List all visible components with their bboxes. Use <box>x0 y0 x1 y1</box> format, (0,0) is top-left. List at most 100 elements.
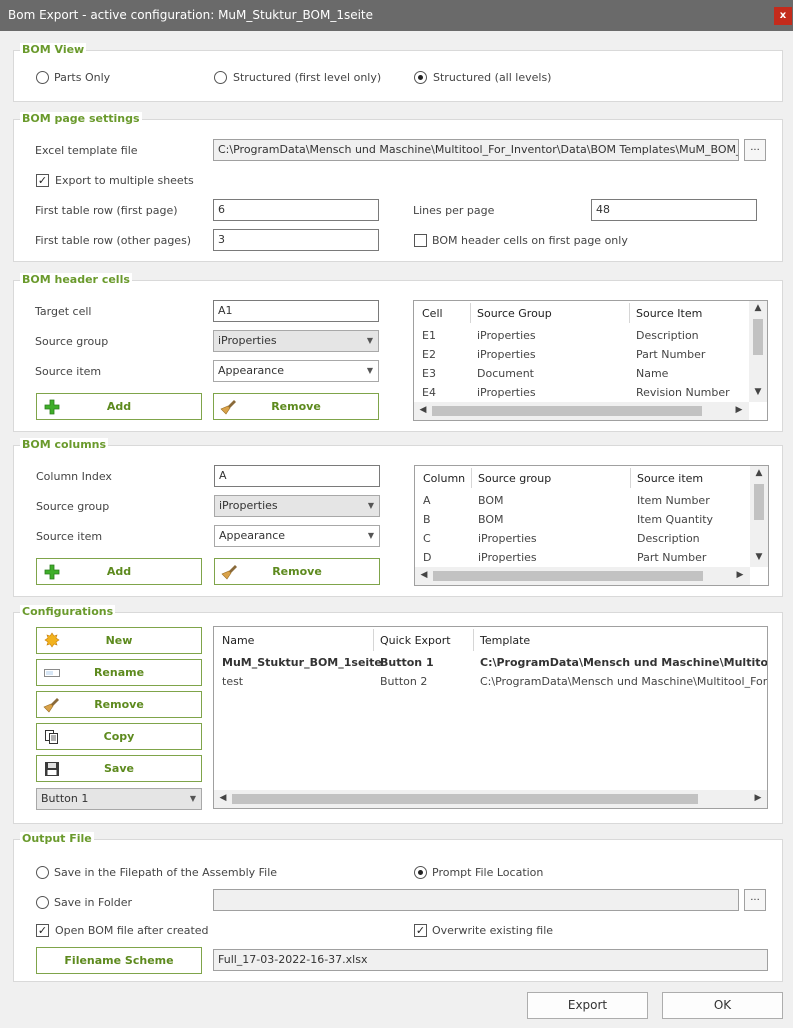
folder-browse-button[interactable]: ... <box>744 889 766 911</box>
vertical-scrollbar[interactable]: ▲ ▼ <box>749 301 767 402</box>
cfg-col-quick-export: Quick Export <box>380 634 451 647</box>
first-row-input[interactable]: 6 <box>213 199 379 221</box>
save-assembly-path-label: Save in the Filepath of the Assembly Fil… <box>54 866 278 879</box>
config-remove-button[interactable]: Remove <box>36 691 202 718</box>
open-after-checkbox[interactable]: ✓ <box>36 924 49 937</box>
chevron-down-icon: ▼ <box>367 531 374 540</box>
scroll-up-icon[interactable]: ▲ <box>751 303 765 313</box>
radio-prompt-location[interactable] <box>414 866 427 879</box>
filename-preview-field: Full_17-03-2022-16-37.xlsx <box>213 949 768 971</box>
scroll-left-icon[interactable]: ◀ <box>417 570 431 580</box>
overwrite-checkbox[interactable]: ✓ <box>414 924 427 937</box>
hc-source-item-select[interactable]: Appearance ▼ <box>213 360 379 382</box>
open-after-label: Open BOM file after created <box>55 924 209 937</box>
config-remove-label: Remove <box>94 698 144 711</box>
filename-scheme-label: Filename Scheme <box>64 954 174 967</box>
target-cell-input[interactable]: A1 <box>213 300 379 322</box>
column-divider <box>373 629 374 651</box>
filename-scheme-button[interactable]: Filename Scheme <box>36 947 202 974</box>
ok-button[interactable]: OK <box>662 992 783 1019</box>
table-cell: A <box>423 494 431 507</box>
bc-source-group-select[interactable]: iProperties ▼ <box>214 495 380 517</box>
scroll-left-icon[interactable]: ◀ <box>416 405 430 415</box>
scroll-thumb[interactable] <box>432 406 702 416</box>
config-copy-button[interactable]: Copy <box>36 723 202 750</box>
config-rename-button[interactable]: Rename <box>36 659 202 686</box>
chevron-down-icon: ▼ <box>367 501 374 510</box>
bc-remove-button[interactable]: Remove <box>214 558 380 585</box>
other-row-input[interactable]: 3 <box>213 229 379 251</box>
export-multiple-label: Export to multiple sheets <box>55 174 194 187</box>
config-new-button[interactable]: New <box>36 627 202 654</box>
quick-export-button-select[interactable]: Button 1 ▼ <box>36 788 202 810</box>
horizontal-scrollbar[interactable]: ◀ ▶ <box>214 790 767 808</box>
horizontal-scrollbar[interactable]: ◀ ▶ <box>415 567 750 585</box>
radio-structured-all-label: Structured (all levels) <box>433 71 552 84</box>
configurations-table[interactable]: Name Quick Export Template MuM_Stuktur_B… <box>213 626 768 809</box>
table-cell: Revision Number <box>636 386 730 399</box>
table-cell: D <box>423 551 432 564</box>
export-multiple-checkbox[interactable]: ✓ <box>36 174 49 187</box>
bc-col-source-item: Source item <box>637 472 704 485</box>
table-cell: C <box>423 532 431 545</box>
scroll-right-icon[interactable]: ▶ <box>751 793 765 803</box>
lines-per-page-input[interactable]: 48 <box>591 199 757 221</box>
radio-parts-only[interactable] <box>36 71 49 84</box>
hc-source-item-value: Appearance <box>218 364 285 377</box>
bc-add-button[interactable]: Add <box>36 558 202 585</box>
table-cell: Name <box>636 367 669 380</box>
scroll-right-icon[interactable]: ▶ <box>733 570 747 580</box>
table-cell: iProperties <box>477 348 536 361</box>
export-button[interactable]: Export <box>527 992 648 1019</box>
table-cell: iProperties <box>478 551 537 564</box>
radio-structured-first[interactable] <box>214 71 227 84</box>
config-save-button[interactable]: Save <box>36 755 202 782</box>
bc-source-item-select[interactable]: Appearance ▼ <box>214 525 380 547</box>
radio-structured-all[interactable] <box>414 71 427 84</box>
column-index-input[interactable]: A <box>214 465 380 487</box>
hc-add-button[interactable]: Add <box>36 393 202 420</box>
scroll-down-icon[interactable]: ▼ <box>751 387 765 397</box>
radio-save-in-folder[interactable] <box>36 896 49 909</box>
folder-path-field[interactable] <box>213 889 739 911</box>
table-cell: iProperties <box>477 329 536 342</box>
first-row-label: First table row (first page) <box>35 204 178 217</box>
chevron-down-icon: ▼ <box>366 366 373 375</box>
excel-template-field[interactable]: C:\ProgramData\Mensch und Maschine\Multi… <box>213 139 739 161</box>
page-settings-legend: BOM page settings <box>20 112 142 125</box>
scroll-thumb[interactable] <box>433 571 703 581</box>
table-cell: Button 1 <box>380 656 434 669</box>
excel-template-browse-button[interactable]: ... <box>744 139 766 161</box>
hc-remove-button[interactable]: Remove <box>213 393 379 420</box>
header-cells-table[interactable]: Cell Source Group Source Item E1 iProper… <box>413 300 768 421</box>
table-cell: C:\ProgramData\Mensch und Maschine\Multi… <box>480 675 767 688</box>
save-in-folder-label: Save in Folder <box>54 896 133 909</box>
table-cell: iProperties <box>477 386 536 399</box>
checkmark-icon: ✓ <box>37 924 48 937</box>
horizontal-scrollbar[interactable]: ◀ ▶ <box>414 402 749 420</box>
table-cell: Part Number <box>636 348 706 361</box>
table-cell: test <box>222 675 244 688</box>
title-bar: Bom Export - active configuration: MuM_S… <box>0 0 793 31</box>
scroll-down-icon[interactable]: ▼ <box>752 552 766 562</box>
table-cell: Item Number <box>637 494 710 507</box>
scroll-up-icon[interactable]: ▲ <box>752 468 766 478</box>
radio-save-assembly-path[interactable] <box>36 866 49 879</box>
header-first-only-checkbox[interactable] <box>414 234 427 247</box>
scroll-thumb[interactable] <box>232 794 698 804</box>
hc-source-group-select[interactable]: iProperties ▼ <box>213 330 379 352</box>
scroll-right-icon[interactable]: ▶ <box>732 405 746 415</box>
hc-source-item-label: Source item <box>35 365 102 378</box>
scroll-thumb[interactable] <box>753 319 763 355</box>
page-settings-group: BOM page settings Excel template file C:… <box>13 112 783 262</box>
scroll-left-icon[interactable]: ◀ <box>216 793 230 803</box>
table-cell: Document <box>477 367 534 380</box>
bom-columns-table[interactable]: Column Source group Source item A BOM It… <box>414 465 769 586</box>
table-cell: B <box>423 513 431 526</box>
configurations-group: Configurations New Rename Remove Copy Sa… <box>13 605 783 824</box>
scroll-thumb[interactable] <box>754 484 764 520</box>
header-cells-group: BOM header cells Target cell A1 Source g… <box>13 273 783 432</box>
close-button[interactable]: x <box>774 7 792 25</box>
config-rename-label: Rename <box>93 666 145 679</box>
vertical-scrollbar[interactable]: ▲ ▼ <box>750 466 768 567</box>
